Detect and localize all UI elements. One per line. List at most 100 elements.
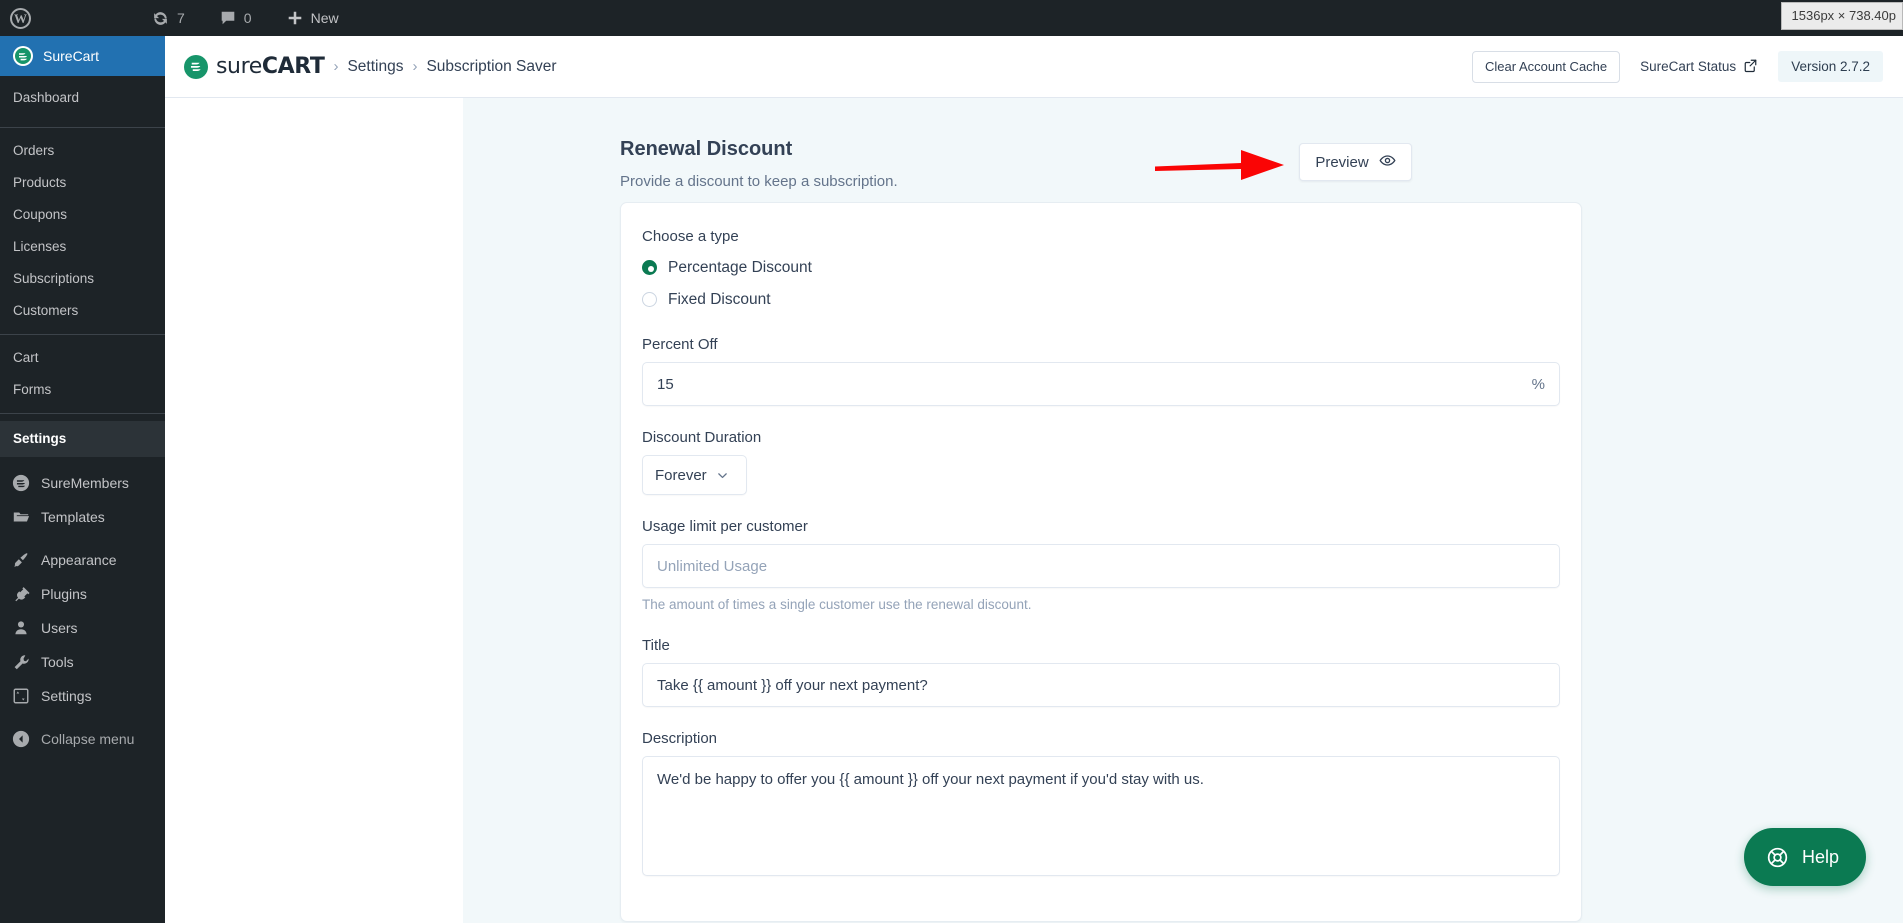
choose-type-group: Choose a type Percentage Discount Fixed … <box>642 227 1560 313</box>
paintbrush-icon <box>11 550 31 570</box>
radio-percentage-discount-indicator[interactable] <box>642 260 657 275</box>
updates-icon <box>151 9 170 28</box>
sidebar-item-settings[interactable]: Settings <box>0 679 165 713</box>
surecart-logo-icon <box>184 55 208 79</box>
sidebar-item-templates[interactable]: Templates <box>0 500 165 534</box>
discount-duration-group: Discount Duration Forever <box>642 428 1560 495</box>
page-header: Renewal Discount Provide a discount to k… <box>620 136 1585 192</box>
sidebar-submenu-dashboard: Dashboard <box>0 76 165 120</box>
sidebar-item-coupons[interactable]: Coupons <box>0 199 165 231</box>
updates-button[interactable]: 7 <box>141 0 195 36</box>
radio-fixed-discount[interactable]: Fixed Discount <box>642 286 1560 313</box>
renewal-discount-card: Choose a type Percentage Discount Fixed … <box>620 202 1582 922</box>
sidebar-item-customers[interactable]: Customers <box>0 295 165 327</box>
lifebuoy-icon <box>1766 846 1789 869</box>
comments-button[interactable]: 0 <box>209 0 262 36</box>
percent-off-input[interactable]: 15 % <box>642 362 1560 406</box>
sidebar-item-orders[interactable]: Orders <box>0 135 165 167</box>
help-button-label: Help <box>1802 847 1839 868</box>
radio-percentage-discount-label: Percentage Discount <box>668 259 812 277</box>
sidebar-item-appearance-label: Appearance <box>41 552 117 568</box>
sidebar-group-settings: Settings <box>0 421 165 457</box>
version-badge: Version 2.7.2 <box>1778 51 1883 82</box>
surecart-wordmark: sureCART <box>216 54 324 79</box>
comment-icon <box>219 9 237 27</box>
page-subtitle: Provide a discount to keep a subscriptio… <box>620 172 1585 192</box>
collapse-arrow-icon <box>11 729 31 749</box>
usage-limit-placeholder: Unlimited Usage <box>657 558 767 575</box>
breadcrumb-separator-1: › <box>333 58 338 75</box>
sidebar-spacer-1 <box>0 457 165 466</box>
viewport-size-indicator: 1536px × 738.40p <box>1781 2 1903 30</box>
settings-nav-panel <box>165 98 463 923</box>
discount-duration-value: Forever <box>655 467 707 484</box>
sidebar-item-suremembers[interactable]: SureMembers <box>0 466 165 500</box>
sidebar-item-suremembers-label: SureMembers <box>41 475 129 491</box>
wp-admin-sidebar: SureCart Dashboard Orders Products Coupo… <box>0 36 165 923</box>
surecart-brand[interactable]: sureCART <box>184 54 324 79</box>
sidebar-item-templates-label: Templates <box>41 509 105 525</box>
usage-limit-input[interactable]: Unlimited Usage <box>642 544 1560 588</box>
preview-button-label: Preview <box>1315 154 1368 171</box>
usage-limit-help-text: The amount of times a single customer us… <box>642 596 1560 614</box>
sidebar-item-tools-label: Tools <box>41 654 74 670</box>
surecart-icon <box>13 46 33 66</box>
wordpress-logo-icon <box>10 8 31 29</box>
sidebar-item-licenses[interactable]: Licenses <box>0 231 165 263</box>
wp-admin-bar: 7 0 New <box>0 0 1903 36</box>
radio-percentage-discount[interactable]: Percentage Discount <box>642 254 1560 281</box>
sidebar-item-cart[interactable]: Cart <box>0 342 165 374</box>
header-actions: Clear Account Cache SureCart Status Vers… <box>1472 51 1903 83</box>
sidebar-divider-1 <box>0 127 165 128</box>
description-group: Description We'd be happy to offer you {… <box>642 729 1560 876</box>
sidebar-item-subscriptions[interactable]: Subscriptions <box>0 263 165 295</box>
sidebar-item-appearance[interactable]: Appearance <box>0 543 165 577</box>
percent-suffix: % <box>1532 376 1545 393</box>
help-button[interactable]: Help <box>1744 828 1866 886</box>
eye-icon <box>1379 152 1396 173</box>
sidebar-divider-3 <box>0 413 165 414</box>
radio-fixed-discount-label: Fixed Discount <box>668 291 771 309</box>
description-label: Description <box>642 729 1560 749</box>
surecart-status-link[interactable]: SureCart Status <box>1640 58 1758 76</box>
sidebar-item-surecart-label: SureCart <box>43 48 99 64</box>
sidebar-collapse-menu-label: Collapse menu <box>41 731 134 747</box>
new-content-button[interactable]: New <box>276 0 349 36</box>
sidebar-item-plugins-label: Plugins <box>41 586 87 602</box>
breadcrumb-separator-2: › <box>412 58 417 75</box>
breadcrumb-settings[interactable]: Settings <box>347 58 403 76</box>
title-input[interactable]: Take {{ amount }} off your next payment? <box>642 663 1560 707</box>
discount-duration-select[interactable]: Forever <box>642 455 747 495</box>
sidebar-spacer-3 <box>0 713 165 722</box>
percent-off-group: Percent Off 15 % <box>642 335 1560 406</box>
sidebar-collapse-menu-button[interactable]: Collapse menu <box>0 722 165 756</box>
sidebar-item-products[interactable]: Products <box>0 167 165 199</box>
clear-account-cache-button[interactable]: Clear Account Cache <box>1472 51 1620 83</box>
sliders-icon <box>11 686 31 706</box>
discount-duration-label: Discount Duration <box>642 428 1560 448</box>
usage-limit-group: Usage limit per customer Unlimited Usage… <box>642 517 1560 614</box>
usage-limit-label: Usage limit per customer <box>642 517 1560 537</box>
title-value: Take {{ amount }} off your next payment? <box>657 677 928 694</box>
sidebar-item-users-label: Users <box>41 620 78 636</box>
surecart-status-label: SureCart Status <box>1640 59 1736 74</box>
radio-fixed-discount-indicator[interactable] <box>642 292 657 307</box>
main-content: Renewal Discount Provide a discount to k… <box>463 98 1903 923</box>
sidebar-spacer-2 <box>0 534 165 543</box>
sidebar-item-dashboard[interactable]: Dashboard <box>0 82 165 114</box>
wordpress-logo-button[interactable] <box>0 0 41 36</box>
sidebar-item-plugins[interactable]: Plugins <box>0 577 165 611</box>
plus-icon <box>286 9 304 27</box>
sidebar-item-surecart[interactable]: SureCart <box>0 36 165 76</box>
sidebar-item-forms[interactable]: Forms <box>0 374 165 406</box>
chevron-down-icon <box>716 469 729 482</box>
sidebar-item-tools[interactable]: Tools <box>0 645 165 679</box>
sidebar-item-surecart-settings[interactable]: Settings <box>0 423 165 455</box>
breadcrumb-subscription-saver: Subscription Saver <box>426 58 556 76</box>
brand-suffix: CART <box>262 54 325 79</box>
sidebar-item-users[interactable]: Users <box>0 611 165 645</box>
plug-icon <box>11 584 31 604</box>
preview-button[interactable]: Preview <box>1299 143 1412 181</box>
description-textarea[interactable]: We'd be happy to offer you {{ amount }} … <box>642 756 1560 876</box>
updates-count: 7 <box>177 10 185 26</box>
